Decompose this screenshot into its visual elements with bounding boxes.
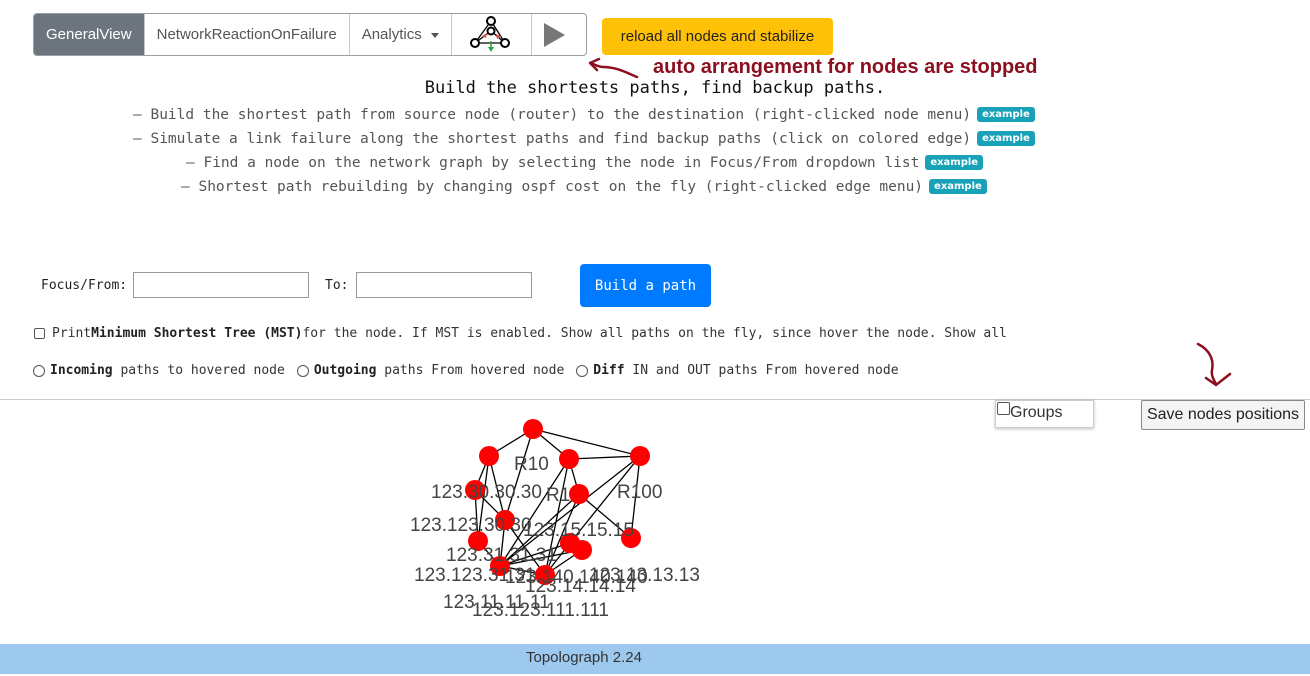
footer-version: Topolograph 2.24	[526, 649, 642, 666]
network-topology-icon[interactable]	[452, 14, 532, 55]
graph-node-labels: R10 123.30.30.30 R1 R100 123.123.30.30 1…	[410, 454, 700, 621]
save-nodes-positions-button[interactable]: Save nodes positions	[1141, 400, 1305, 430]
node-label: 123.30.30.30	[431, 482, 542, 503]
bullet-text: — Shortest path rebuilding by changing o…	[181, 179, 924, 195]
tab-label: NetworkReactionOnFailure	[156, 26, 337, 43]
graph-node[interactable]	[572, 540, 592, 560]
diff-radio[interactable]	[576, 364, 589, 377]
page-heading: Build the shortests paths, find backup p…	[424, 78, 886, 98]
reload-nodes-button[interactable]: reload all nodes and stabilize	[602, 18, 833, 55]
footer: Topolograph 2.24	[0, 644, 1310, 674]
radio-label-text: paths to hovered node	[112, 363, 285, 378]
tab-label: Analytics	[361, 26, 422, 43]
from-label: Focus/From:	[41, 278, 128, 293]
groups-label: Groups	[1010, 404, 1063, 421]
example-badge[interactable]: example	[925, 155, 984, 170]
example-badge[interactable]: example	[977, 131, 1035, 146]
mst-option: Print Minimum Shortest Tree (MST) for th…	[34, 326, 1007, 341]
graph-node[interactable]	[523, 419, 543, 439]
outgoing-radio[interactable]	[296, 364, 309, 377]
node-label: 123.123.30.30	[410, 515, 532, 536]
radio-label-bold: Diff	[593, 363, 625, 378]
to-label: To:	[325, 278, 349, 293]
node-label: 123.31.31.31	[446, 545, 557, 566]
tab-label: GeneralView	[46, 26, 132, 43]
mst-checkbox[interactable]	[34, 328, 45, 339]
node-label: 123.123.111.111	[472, 600, 609, 621]
play-button[interactable]	[532, 14, 576, 55]
graph-node[interactable]	[569, 484, 589, 504]
section-divider	[0, 399, 1310, 400]
example-badge[interactable]: example	[929, 179, 987, 194]
radio-label: Incoming paths to hovered node	[50, 363, 285, 378]
incoming-radio[interactable]	[33, 364, 45, 377]
graph-node[interactable]	[479, 446, 499, 466]
main-nav: GeneralView NetworkReactionOnFailure Ana…	[33, 13, 587, 56]
radio-label-bold: Outgoing	[313, 363, 377, 378]
to-node-input[interactable]	[356, 272, 532, 298]
bullet-text: — Build the shortest path from source no…	[133, 107, 972, 123]
mst-bold-text: Minimum Shortest Tree (MST)	[91, 326, 303, 341]
feature-bullet: — Simulate a link failure along the shor…	[133, 131, 1035, 147]
radio-label-text: IN and OUT paths From hovered node	[624, 363, 899, 378]
auto-arrangement-note: auto arrangement for nodes are stopped	[653, 56, 1038, 78]
build-path-button[interactable]: Build a path	[580, 264, 711, 307]
tab-general-view[interactable]: GeneralView	[34, 14, 145, 55]
graph-node[interactable]	[559, 449, 579, 469]
node-label: R10	[514, 454, 549, 475]
feature-bullet: — Shortest path rebuilding by changing o…	[181, 179, 987, 195]
radio-label: Diff IN and OUT paths From hovered node	[593, 363, 898, 378]
radio-label-text: paths From hovered node	[376, 363, 565, 378]
from-node-input[interactable]	[133, 272, 309, 298]
radio-label: Outgoing paths From hovered node	[314, 363, 564, 378]
node-label: R1	[546, 485, 570, 506]
feature-bullet: — Find a node on the network graph by se…	[186, 155, 984, 171]
groups-checkbox[interactable]	[997, 402, 1010, 415]
chevron-down-icon	[430, 33, 439, 38]
play-icon	[543, 22, 565, 47]
node-label: R100	[617, 482, 662, 503]
bullet-text: — Simulate a link failure along the shor…	[133, 131, 972, 147]
network-graph[interactable]: R10 123.30.30.30 R1 R100 123.123.30.30 1…	[400, 405, 720, 640]
mst-prefix: Print	[52, 326, 92, 341]
node-label: 123.15.15.15	[523, 520, 634, 541]
tab-network-reaction-on-failure[interactable]: NetworkReactionOnFailure	[145, 14, 350, 55]
annotation-arrow-down-icon	[1196, 342, 1232, 387]
bullet-text: — Find a node on the network graph by se…	[186, 155, 920, 171]
example-badge[interactable]: example	[977, 107, 1035, 122]
path-mode-radio-group: Incoming paths to hovered node Outgoing …	[33, 363, 899, 378]
mst-suffix: for the node. If MST is enabled. Show al…	[302, 326, 1007, 341]
radio-label-bold: Incoming	[50, 363, 113, 378]
tab-analytics-dropdown[interactable]: Analytics	[350, 14, 452, 55]
groups-toggle[interactable]: Groups	[995, 400, 1094, 428]
graph-node[interactable]	[630, 446, 650, 466]
feature-bullet: — Build the shortest path from source no…	[133, 107, 1035, 123]
